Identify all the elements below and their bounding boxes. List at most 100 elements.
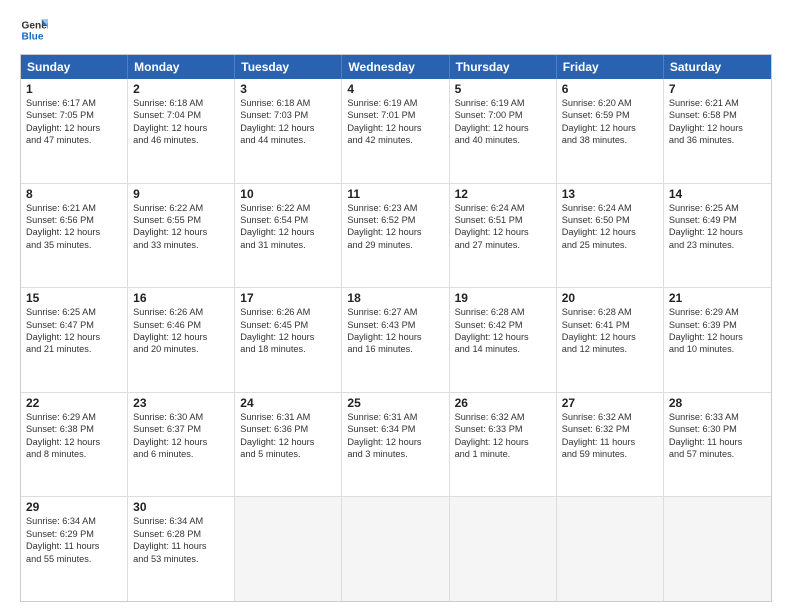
calendar-week: 15Sunrise: 6:25 AMSunset: 6:47 PMDayligh… — [21, 287, 771, 392]
cell-line: Sunset: 7:05 PM — [26, 109, 122, 121]
calendar-cell: 29Sunrise: 6:34 AMSunset: 6:29 PMDayligh… — [21, 497, 128, 601]
day-number: 27 — [562, 396, 658, 410]
cell-line: Sunrise: 6:18 AM — [133, 97, 229, 109]
cell-line: and 27 minutes. — [455, 239, 551, 251]
calendar-cell: 19Sunrise: 6:28 AMSunset: 6:42 PMDayligh… — [450, 288, 557, 392]
cell-line: Sunset: 6:41 PM — [562, 319, 658, 331]
logo: General Blue — [20, 16, 52, 44]
cell-line: Sunrise: 6:34 AM — [133, 515, 229, 527]
cell-line: Daylight: 12 hours — [26, 331, 122, 343]
cell-line: Sunrise: 6:26 AM — [133, 306, 229, 318]
cell-line: Daylight: 11 hours — [669, 436, 766, 448]
calendar-header-cell: Tuesday — [235, 55, 342, 79]
calendar-week: 8Sunrise: 6:21 AMSunset: 6:56 PMDaylight… — [21, 183, 771, 288]
cell-line: Daylight: 12 hours — [26, 226, 122, 238]
calendar-cell: 18Sunrise: 6:27 AMSunset: 6:43 PMDayligh… — [342, 288, 449, 392]
cell-line: Daylight: 12 hours — [562, 226, 658, 238]
cell-line: Sunset: 6:59 PM — [562, 109, 658, 121]
cell-line: and 57 minutes. — [669, 448, 766, 460]
cell-line: Daylight: 12 hours — [562, 122, 658, 134]
cell-line: Sunset: 7:03 PM — [240, 109, 336, 121]
cell-line: and 8 minutes. — [26, 448, 122, 460]
cell-line: Daylight: 11 hours — [26, 540, 122, 552]
day-number: 28 — [669, 396, 766, 410]
calendar-cell: 2Sunrise: 6:18 AMSunset: 7:04 PMDaylight… — [128, 79, 235, 183]
day-number: 10 — [240, 187, 336, 201]
cell-line: Sunrise: 6:27 AM — [347, 306, 443, 318]
calendar-cell — [450, 497, 557, 601]
day-number: 17 — [240, 291, 336, 305]
cell-line: Daylight: 12 hours — [240, 331, 336, 343]
calendar-cell: 21Sunrise: 6:29 AMSunset: 6:39 PMDayligh… — [664, 288, 771, 392]
cell-line: Sunrise: 6:28 AM — [562, 306, 658, 318]
cell-line: and 53 minutes. — [133, 553, 229, 565]
cell-line: and 10 minutes. — [669, 343, 766, 355]
cell-line: Sunrise: 6:24 AM — [562, 202, 658, 214]
cell-line: Sunrise: 6:21 AM — [669, 97, 766, 109]
calendar-cell — [342, 497, 449, 601]
cell-line: Sunset: 6:43 PM — [347, 319, 443, 331]
day-number: 23 — [133, 396, 229, 410]
cell-line: Sunrise: 6:18 AM — [240, 97, 336, 109]
cell-line: Daylight: 12 hours — [133, 122, 229, 134]
day-number: 15 — [26, 291, 122, 305]
cell-line: Daylight: 12 hours — [347, 226, 443, 238]
cell-line: and 40 minutes. — [455, 134, 551, 146]
calendar-cell — [664, 497, 771, 601]
day-number: 4 — [347, 82, 443, 96]
cell-line: Daylight: 12 hours — [347, 331, 443, 343]
cell-line: Sunset: 6:30 PM — [669, 423, 766, 435]
cell-line: Sunrise: 6:34 AM — [26, 515, 122, 527]
day-number: 25 — [347, 396, 443, 410]
cell-line: Sunrise: 6:24 AM — [455, 202, 551, 214]
cell-line: Sunset: 6:38 PM — [26, 423, 122, 435]
cell-line: Sunrise: 6:29 AM — [26, 411, 122, 423]
cell-line: Sunset: 6:46 PM — [133, 319, 229, 331]
cell-line: and 36 minutes. — [669, 134, 766, 146]
cell-line: Daylight: 12 hours — [455, 226, 551, 238]
cell-line: Sunrise: 6:22 AM — [133, 202, 229, 214]
cell-line: and 21 minutes. — [26, 343, 122, 355]
calendar-cell: 16Sunrise: 6:26 AMSunset: 6:46 PMDayligh… — [128, 288, 235, 392]
cell-line: and 35 minutes. — [26, 239, 122, 251]
cell-line: Sunset: 7:04 PM — [133, 109, 229, 121]
cell-line: Sunrise: 6:32 AM — [562, 411, 658, 423]
cell-line: Sunrise: 6:19 AM — [347, 97, 443, 109]
calendar-cell: 23Sunrise: 6:30 AMSunset: 6:37 PMDayligh… — [128, 393, 235, 497]
cell-line: Sunset: 6:58 PM — [669, 109, 766, 121]
cell-line: Daylight: 12 hours — [26, 436, 122, 448]
calendar: SundayMondayTuesdayWednesdayThursdayFrid… — [20, 54, 772, 602]
day-number: 8 — [26, 187, 122, 201]
cell-line: Daylight: 12 hours — [26, 122, 122, 134]
cell-line: Sunset: 6:54 PM — [240, 214, 336, 226]
calendar-cell: 14Sunrise: 6:25 AMSunset: 6:49 PMDayligh… — [664, 184, 771, 288]
cell-line: and 20 minutes. — [133, 343, 229, 355]
cell-line: and 1 minute. — [455, 448, 551, 460]
calendar-cell: 25Sunrise: 6:31 AMSunset: 6:34 PMDayligh… — [342, 393, 449, 497]
cell-line: Sunset: 7:00 PM — [455, 109, 551, 121]
calendar-cell: 6Sunrise: 6:20 AMSunset: 6:59 PMDaylight… — [557, 79, 664, 183]
cell-line: Daylight: 12 hours — [133, 331, 229, 343]
cell-line: and 16 minutes. — [347, 343, 443, 355]
calendar-cell: 26Sunrise: 6:32 AMSunset: 6:33 PMDayligh… — [450, 393, 557, 497]
cell-line: and 38 minutes. — [562, 134, 658, 146]
cell-line: Sunset: 6:55 PM — [133, 214, 229, 226]
cell-line: Sunset: 6:39 PM — [669, 319, 766, 331]
cell-line: Sunrise: 6:19 AM — [455, 97, 551, 109]
calendar-cell: 17Sunrise: 6:26 AMSunset: 6:45 PMDayligh… — [235, 288, 342, 392]
cell-line: and 59 minutes. — [562, 448, 658, 460]
calendar-header-cell: Wednesday — [342, 55, 449, 79]
cell-line: Sunrise: 6:22 AM — [240, 202, 336, 214]
cell-line: Sunrise: 6:25 AM — [669, 202, 766, 214]
cell-line: Daylight: 12 hours — [669, 226, 766, 238]
day-number: 24 — [240, 396, 336, 410]
cell-line: and 29 minutes. — [347, 239, 443, 251]
page: General Blue SundayMondayTuesdayWednesda… — [0, 0, 792, 612]
cell-line: Daylight: 12 hours — [347, 122, 443, 134]
day-number: 14 — [669, 187, 766, 201]
cell-line: Sunrise: 6:17 AM — [26, 97, 122, 109]
cell-line: and 5 minutes. — [240, 448, 336, 460]
day-number: 18 — [347, 291, 443, 305]
calendar-cell: 3Sunrise: 6:18 AMSunset: 7:03 PMDaylight… — [235, 79, 342, 183]
cell-line: and 47 minutes. — [26, 134, 122, 146]
